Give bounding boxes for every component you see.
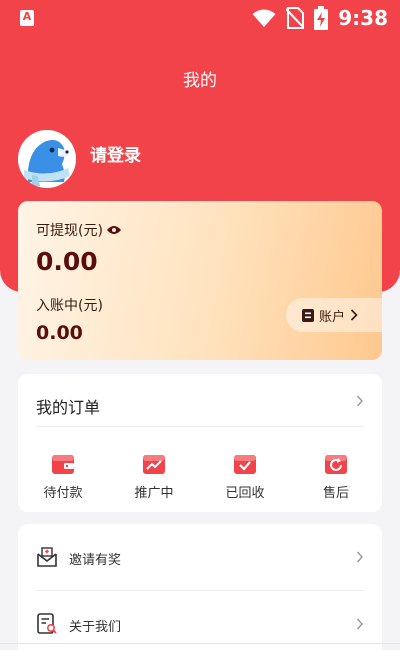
app-notification-icon: A xyxy=(20,10,34,26)
chevron-right-icon xyxy=(356,618,363,630)
wifi-icon xyxy=(252,9,276,27)
seal-mascot-icon xyxy=(18,130,76,188)
order-label: 已回收 xyxy=(225,486,265,501)
order-promoting[interactable]: 推广中 xyxy=(119,452,189,501)
menu-label: 关于我们 xyxy=(69,620,122,635)
order-label: 售后 xyxy=(322,486,349,501)
chevron-right-icon xyxy=(356,551,363,563)
page-title: 我的 xyxy=(183,71,217,91)
invite-envelope-icon xyxy=(37,547,57,567)
battery-charging-icon xyxy=(314,6,329,30)
orders-title: 我的订单 xyxy=(36,398,101,417)
orders-card: 我的订单 待付款 推广中 已回收 售后 xyxy=(18,374,382,512)
menu-item-invite[interactable]: 邀请有奖 xyxy=(18,524,382,591)
account-label: 账户 xyxy=(319,309,346,325)
chevron-right-icon xyxy=(350,309,358,321)
menu-card: 邀请有奖 关于我们 xyxy=(18,524,382,650)
no-sim-icon xyxy=(286,7,305,29)
account-button[interactable]: 账户 xyxy=(286,298,382,332)
order-label: 推广中 xyxy=(134,486,174,501)
order-label: 待付款 xyxy=(43,486,83,501)
order-recycled[interactable]: 已回收 xyxy=(210,452,280,501)
menu-label: 邀请有奖 xyxy=(69,553,122,568)
order-after-sales[interactable]: 售后 xyxy=(301,452,371,501)
eye-icon[interactable] xyxy=(106,225,122,235)
wallet-icon xyxy=(52,455,74,474)
chevron-right-icon[interactable] xyxy=(356,394,364,408)
trend-icon xyxy=(143,455,165,474)
check-box-icon xyxy=(234,455,256,474)
withdrawable-amount: 0.00 xyxy=(36,247,98,276)
menu-item-about[interactable]: 关于我们 xyxy=(18,591,382,650)
withdrawable-label: 可提现(元) xyxy=(36,223,103,239)
wallet-card: 可提现(元) 0.00 入账中(元) 0.00 账户 xyxy=(18,201,382,360)
order-pending-payment[interactable]: 待付款 xyxy=(28,452,98,501)
account-icon xyxy=(302,308,314,322)
login-link[interactable]: 请登录 xyxy=(90,141,141,166)
status-bar: A 9:38 xyxy=(0,0,400,36)
avatar[interactable] xyxy=(18,130,76,188)
refresh-icon xyxy=(325,455,347,474)
pending-label: 入账中(元) xyxy=(36,298,103,314)
bottom-divider xyxy=(0,643,400,644)
divider xyxy=(36,426,364,427)
pending-amount: 0.00 xyxy=(36,322,83,344)
about-document-icon xyxy=(37,613,57,634)
clock-time: 9:38 xyxy=(338,6,388,30)
